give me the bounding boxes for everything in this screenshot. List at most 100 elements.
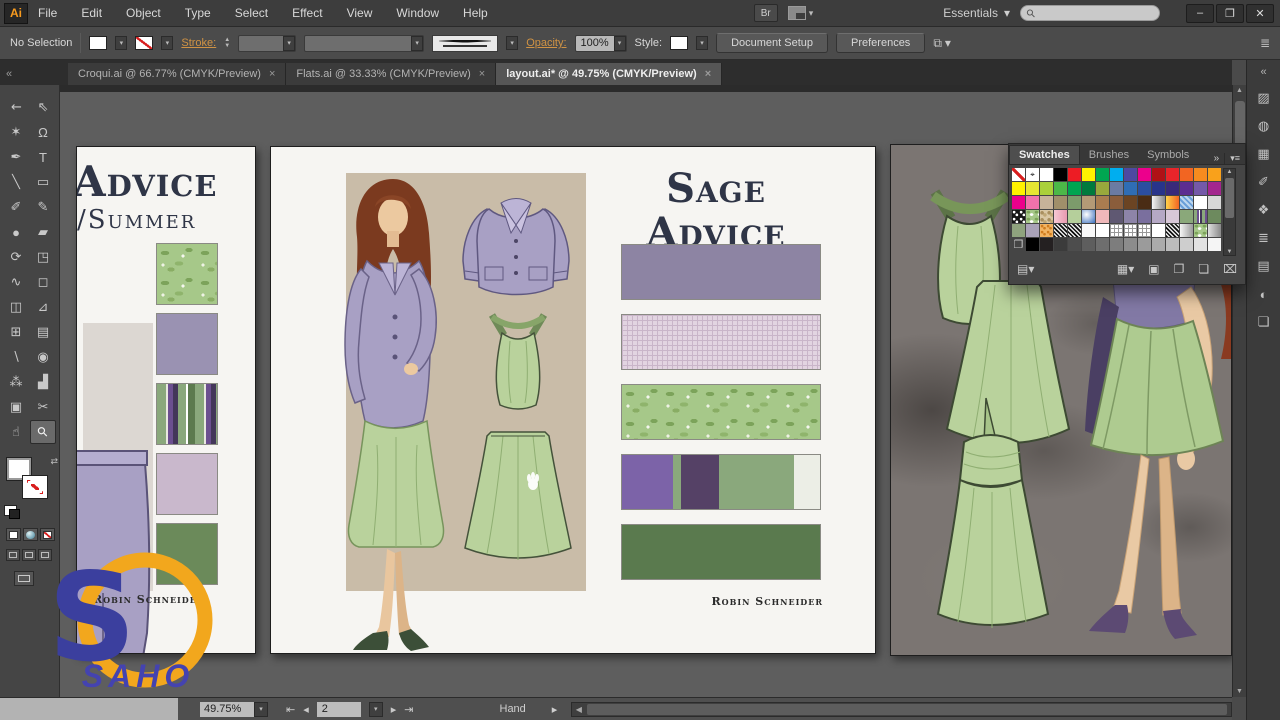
swatch[interactable]: [1068, 210, 1081, 223]
swatch[interactable]: [1068, 196, 1081, 209]
swatch[interactable]: [1166, 182, 1179, 195]
swatch[interactable]: [1194, 210, 1207, 223]
swatch[interactable]: [1012, 182, 1025, 195]
swatch[interactable]: [1096, 182, 1109, 195]
zoom-dropdown-icon[interactable]: ▾: [254, 702, 268, 717]
app-logo[interactable]: Ai: [4, 3, 28, 24]
swatch[interactable]: [1166, 238, 1179, 251]
previous-artboard-button[interactable]: ◂: [303, 703, 309, 716]
menu-item-window[interactable]: Window: [396, 6, 439, 20]
rotate-tool[interactable]: ⟳: [3, 245, 29, 269]
swatch[interactable]: [1082, 210, 1095, 223]
color-bar[interactable]: [621, 524, 821, 580]
scroll-left-icon[interactable]: ◀: [572, 703, 585, 716]
stroke-panel-link[interactable]: Stroke:: [181, 37, 216, 49]
transparency-panel-icon[interactable]: ◐: [1253, 284, 1275, 304]
swatch[interactable]: [1194, 182, 1207, 195]
swatch[interactable]: [1152, 182, 1165, 195]
status-flyout-icon[interactable]: ▸: [552, 703, 558, 716]
width-profile-dropdown[interactable]: [432, 35, 498, 52]
menu-item-view[interactable]: View: [347, 6, 373, 20]
swatch[interactable]: [1166, 196, 1179, 209]
swatch[interactable]: [1012, 168, 1025, 181]
layers-panel-icon[interactable]: ❏: [1253, 312, 1275, 332]
swatch[interactable]: [1208, 182, 1221, 195]
swatch[interactable]: [1012, 210, 1025, 223]
slice-tool[interactable]: ✂: [30, 395, 56, 419]
swatch[interactable]: [1040, 210, 1053, 223]
swatch[interactable]: [1012, 224, 1025, 237]
preferences-button[interactable]: Preferences: [836, 33, 925, 53]
close-icon[interactable]: ×: [479, 68, 485, 80]
last-artboard-button[interactable]: ⇥: [404, 703, 413, 716]
color-bar[interactable]: [621, 314, 821, 370]
swatch[interactable]: [1152, 196, 1165, 209]
arrange-documents-icon[interactable]: ▾: [788, 6, 814, 20]
column-graph-tool[interactable]: ▟: [30, 370, 56, 394]
fill-dropdown-icon[interactable]: ▾: [115, 36, 127, 50]
close-icon[interactable]: ×: [269, 68, 275, 80]
next-artboard-button[interactable]: ▸: [391, 703, 397, 716]
swatch[interactable]: [1180, 168, 1193, 181]
swatch[interactable]: [1026, 196, 1039, 209]
symbols-panel-icon[interactable]: ❖: [1253, 200, 1275, 220]
gradient-mode-button[interactable]: [23, 528, 38, 541]
draw-inside-button[interactable]: [38, 549, 52, 561]
tank-top-flat[interactable]: [478, 311, 558, 416]
minimize-button[interactable]: –: [1186, 4, 1214, 23]
swatch[interactable]: [1208, 224, 1221, 237]
artboard-center[interactable]: Sage Advice Spring/Summer Robin Schneide…: [270, 146, 876, 654]
stroke-weight-stepper[interactable]: ▲▼: [224, 37, 230, 49]
swatch[interactable]: [1082, 238, 1095, 251]
swatch[interactable]: [1054, 238, 1067, 251]
swatch[interactable]: [1138, 224, 1151, 237]
hand-tool[interactable]: ☝: [3, 420, 29, 444]
menu-item-help[interactable]: Help: [463, 6, 488, 20]
gradient-tool[interactable]: ▤: [30, 320, 56, 344]
swatch[interactable]: [1110, 196, 1123, 209]
walking-model-illustration[interactable]: [1073, 279, 1232, 654]
swatch[interactable]: [1138, 210, 1151, 223]
brushes-panel-icon[interactable]: ✐: [1253, 172, 1275, 192]
swatch[interactable]: [1194, 224, 1207, 237]
lasso-tool[interactable]: Ω: [30, 120, 56, 144]
swatch[interactable]: [1124, 238, 1137, 251]
swatch[interactable]: [1054, 210, 1067, 223]
expand-panels-icon[interactable]: «: [1260, 66, 1266, 78]
style-dropdown-icon[interactable]: ▾: [696, 36, 708, 50]
width-profile-caret-icon[interactable]: ▾: [506, 36, 518, 50]
workspace-switcher[interactable]: Essentials ▾: [943, 6, 1010, 20]
swatch[interactable]: [1096, 168, 1109, 181]
scroll-up-icon[interactable]: ▲: [1236, 87, 1243, 94]
fill-color-swatch[interactable]: [89, 36, 107, 50]
new-swatch-button[interactable]: ❏: [1198, 262, 1209, 276]
zoom-level-field[interactable]: 49.75%: [200, 702, 254, 717]
swatch[interactable]: [1110, 238, 1123, 251]
swatch[interactable]: [1054, 168, 1067, 181]
swatch[interactable]: [1124, 224, 1137, 237]
artboard-tool[interactable]: ▣: [3, 395, 29, 419]
swatch-card[interactable]: [156, 523, 218, 585]
style-swatch[interactable]: [670, 36, 688, 50]
color-bar[interactable]: [621, 454, 821, 510]
scale-tool[interactable]: ◳: [30, 245, 56, 269]
draw-normal-button[interactable]: [6, 549, 20, 561]
swatch[interactable]: [1138, 182, 1151, 195]
swap-fill-stroke-icon[interactable]: ⇄: [50, 456, 58, 467]
magic-wand-tool[interactable]: ✶: [3, 120, 29, 144]
swatch[interactable]: [1124, 210, 1137, 223]
bridge-button[interactable]: Br: [754, 4, 778, 22]
swatch[interactable]: [1068, 238, 1081, 251]
line-tool[interactable]: ╲: [3, 170, 29, 194]
document-tab[interactable]: Croqui.ai @ 66.77% (CMYK/Preview)×: [68, 63, 286, 85]
artboard-left[interactable]: Advice /Summer Robin Schneider: [76, 146, 256, 654]
swatch[interactable]: [1208, 168, 1221, 181]
swatch[interactable]: [1040, 224, 1053, 237]
swatch[interactable]: [1152, 210, 1165, 223]
artboard-number-field[interactable]: 2: [317, 702, 361, 717]
swatch[interactable]: [1040, 168, 1053, 181]
swatch[interactable]: [1124, 182, 1137, 195]
symbol-sprayer-tool[interactable]: ⁂: [3, 370, 29, 394]
tab-swatches[interactable]: Swatches: [1009, 145, 1080, 164]
swatch[interactable]: [1180, 196, 1193, 209]
